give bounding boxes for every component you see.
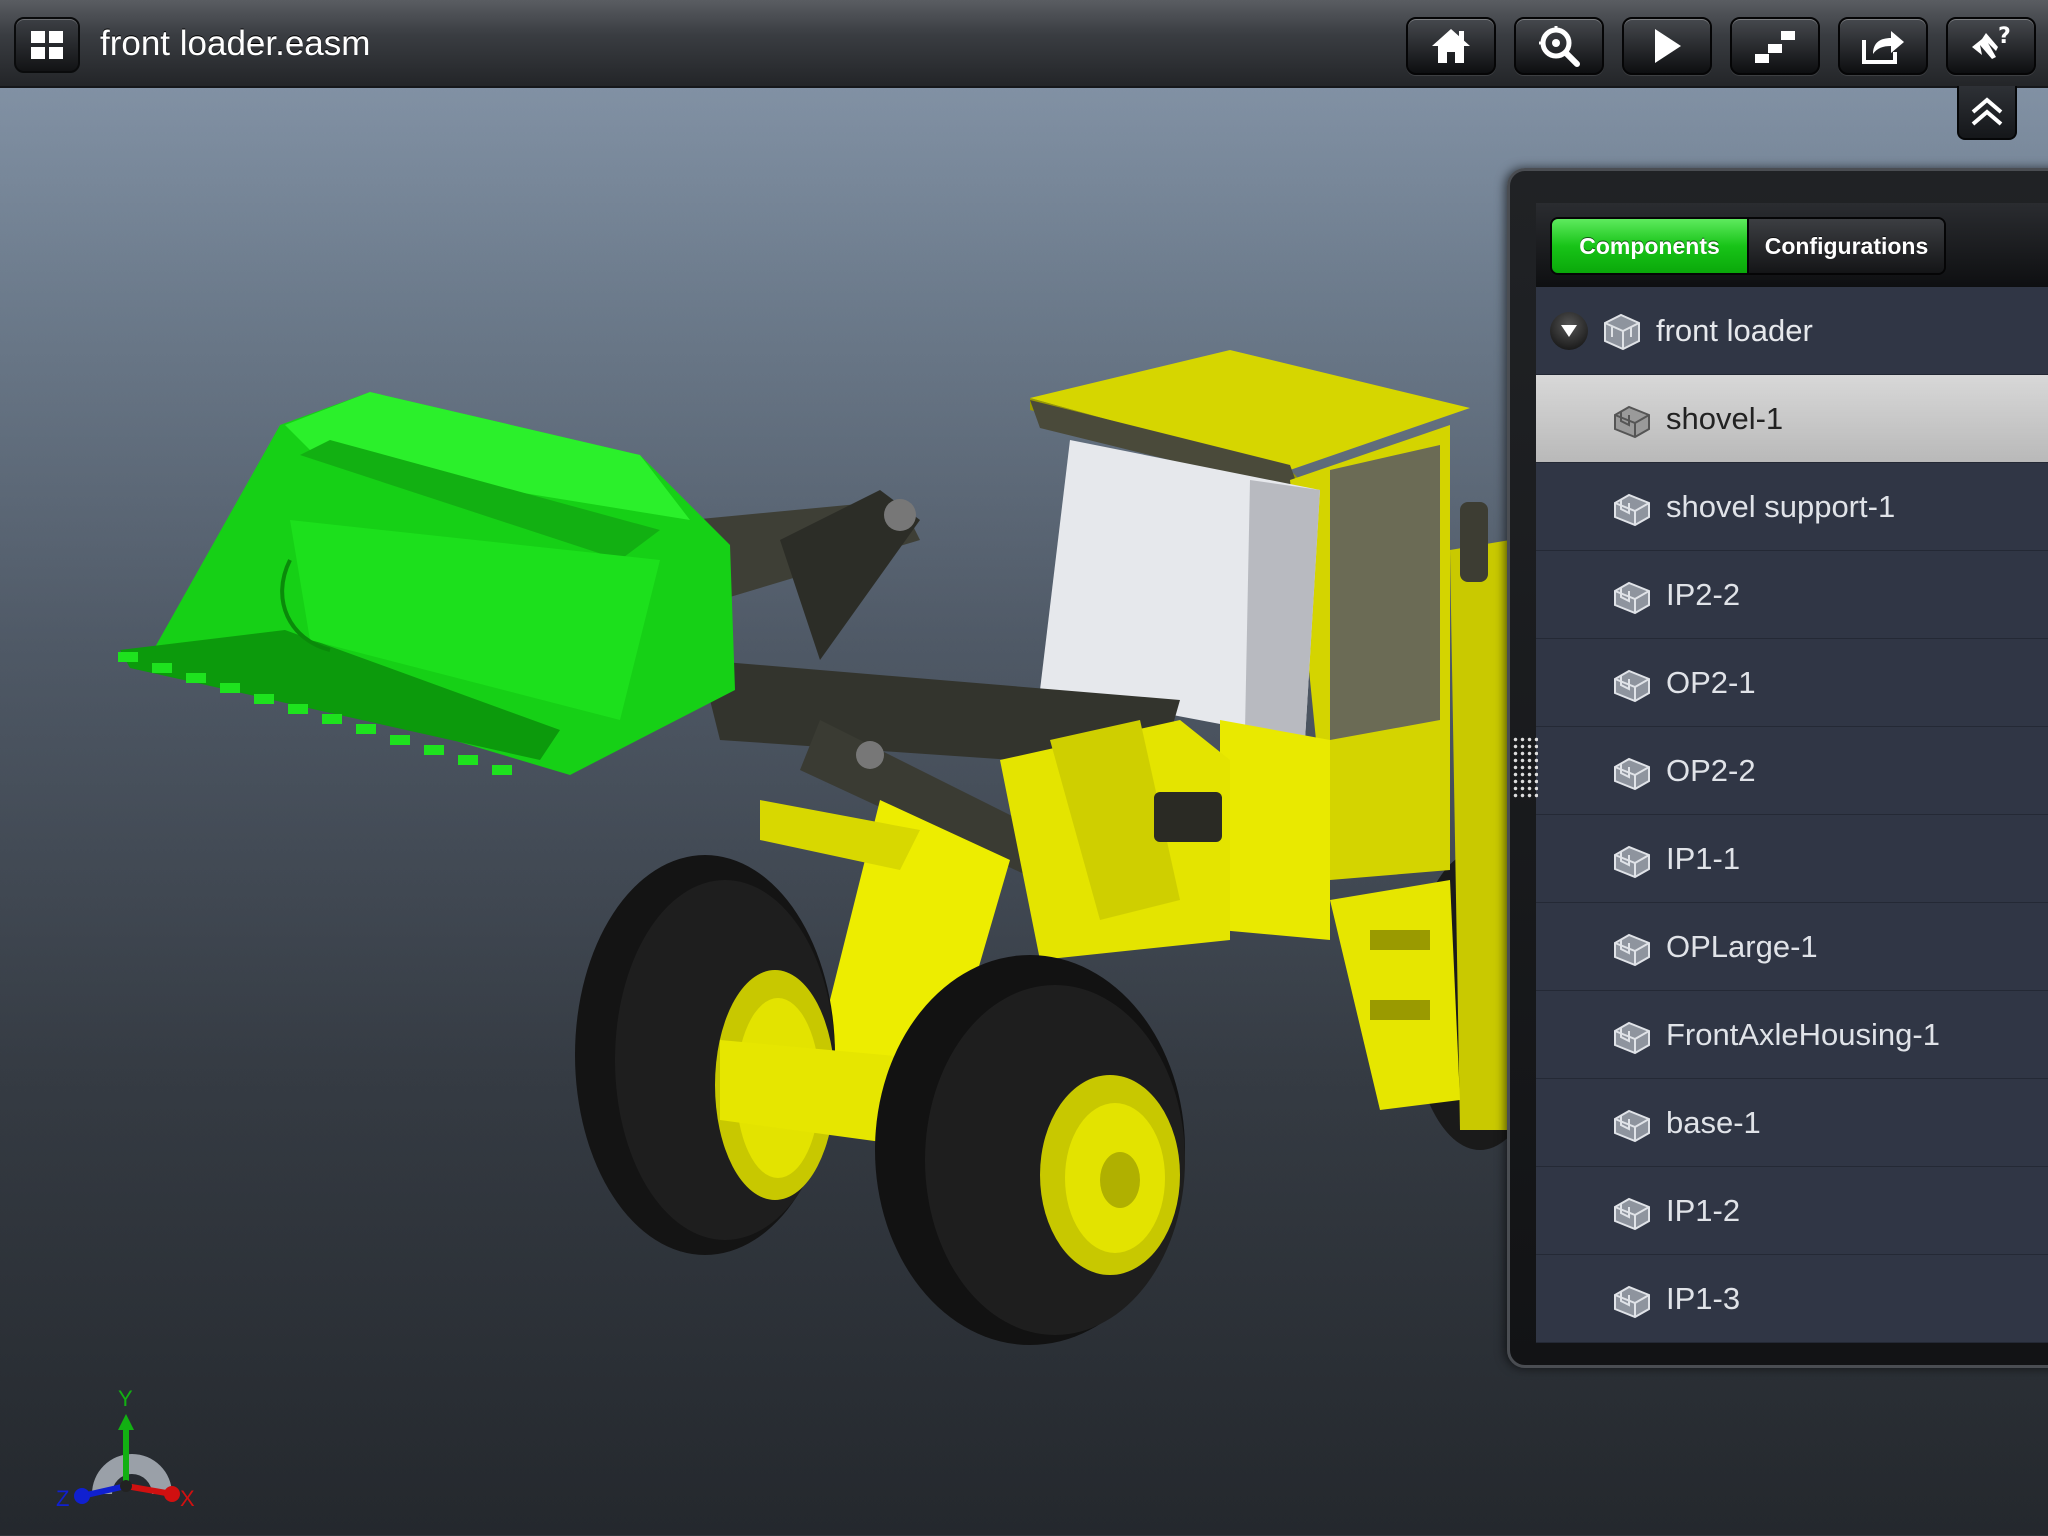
list-item[interactable]: FrontAxleHousing-1 <box>1536 991 2048 1079</box>
list-item[interactable]: OP2-2 <box>1536 727 2048 815</box>
explode-icon <box>1755 31 1795 63</box>
component-list: shovel-1 shovel support-1 IP2-2 OP2-1 OP… <box>1536 375 2048 1343</box>
part-icon <box>1610 399 1654 439</box>
help-button[interactable]: ? <box>1946 17 2036 75</box>
part-icon <box>1610 663 1654 703</box>
collapse-tree-button[interactable] <box>1550 311 1588 350</box>
help-gesture-icon: ? <box>1972 25 2011 59</box>
part-icon <box>1610 1015 1654 1055</box>
list-item-label: shovel-1 <box>1666 400 1784 436</box>
list-item[interactable]: IP1-3 <box>1536 1255 2048 1343</box>
part-icon <box>1610 751 1654 791</box>
part-icon <box>1610 1103 1654 1143</box>
share-button[interactable] <box>1838 17 1928 75</box>
home-icon <box>1432 29 1470 63</box>
document-title: front loader.easm <box>100 24 371 63</box>
list-item[interactable]: base-1 <box>1536 1079 2048 1167</box>
part-icon <box>1610 487 1654 527</box>
tab-configurations[interactable]: Configurations <box>1747 219 1944 273</box>
part-icon <box>1610 1279 1654 1319</box>
list-item-label: base-1 <box>1666 1104 1761 1140</box>
play-icon <box>1655 29 1681 63</box>
share-icon <box>1862 31 1904 64</box>
zoom-fit-button[interactable] <box>1514 17 1604 75</box>
list-item[interactable]: OPLarge-1 <box>1536 903 2048 991</box>
list-item-label: OP2-2 <box>1666 752 1756 788</box>
part-icon <box>1610 575 1654 615</box>
front-loader-model <box>118 350 1550 1345</box>
double-chevron-up-icon <box>1971 97 2003 126</box>
list-item[interactable]: IP1-2 <box>1536 1167 2048 1255</box>
panel-segmented-control: Components Configurations <box>1550 217 1946 275</box>
home-view-button[interactable] <box>1406 17 1496 75</box>
list-item-label: FrontAxleHousing-1 <box>1666 1016 1940 1052</box>
list-item[interactable]: OP2-1 <box>1536 639 2048 727</box>
collapse-toolbar-button[interactable] <box>1957 86 2017 140</box>
list-item[interactable]: IP2-2 <box>1536 551 2048 639</box>
axis-z-label: Z <box>56 1486 70 1511</box>
svg-text:?: ? <box>1998 25 2011 49</box>
tree-root-label: front loader <box>1656 312 1813 348</box>
list-item-label: OPLarge-1 <box>1666 928 1818 964</box>
component-tree-panel: Components Configurations front loader s… <box>1507 168 2048 1368</box>
orientation-triad: Y X Z <box>52 1386 212 1526</box>
panel-resize-grip[interactable] <box>1512 736 1538 798</box>
part-icon <box>1610 1191 1654 1231</box>
list-item-label: shovel support-1 <box>1666 488 1896 524</box>
documents-grid-button[interactable] <box>14 17 80 73</box>
triangle-down-icon <box>1561 324 1577 337</box>
zoom-fit-icon <box>1539 26 1580 67</box>
list-item[interactable]: shovel-1 <box>1536 375 2048 463</box>
list-item-label: IP1-1 <box>1666 840 1741 876</box>
axis-x-label: X <box>180 1486 195 1511</box>
list-item-label: IP2-2 <box>1666 576 1741 612</box>
panel-tab-bar: Components Configurations <box>1536 203 2048 287</box>
part-icon <box>1610 927 1654 967</box>
list-item-label: IP1-3 <box>1666 1280 1741 1316</box>
list-item[interactable]: IP1-1 <box>1536 815 2048 903</box>
list-item[interactable]: shovel support-1 <box>1536 463 2048 551</box>
list-item-label: IP1-2 <box>1666 1192 1741 1228</box>
play-animation-button[interactable] <box>1622 17 1712 75</box>
tree-root-front-loader[interactable]: front loader <box>1536 287 2048 375</box>
axis-y-label: Y <box>118 1386 133 1411</box>
panel-content: Components Configurations front loader s… <box>1536 203 2048 1343</box>
part-icon <box>1610 839 1654 879</box>
list-item-label: OP2-1 <box>1666 664 1756 700</box>
grid-icon <box>31 31 63 59</box>
explode-view-button[interactable] <box>1730 17 1820 75</box>
tab-components[interactable]: Components <box>1552 219 1747 273</box>
top-toolbar: front loader.easm ? <box>0 0 2048 88</box>
3d-viewport[interactable]: Y X Z <box>0 90 1550 1536</box>
assembly-icon <box>1600 311 1644 351</box>
